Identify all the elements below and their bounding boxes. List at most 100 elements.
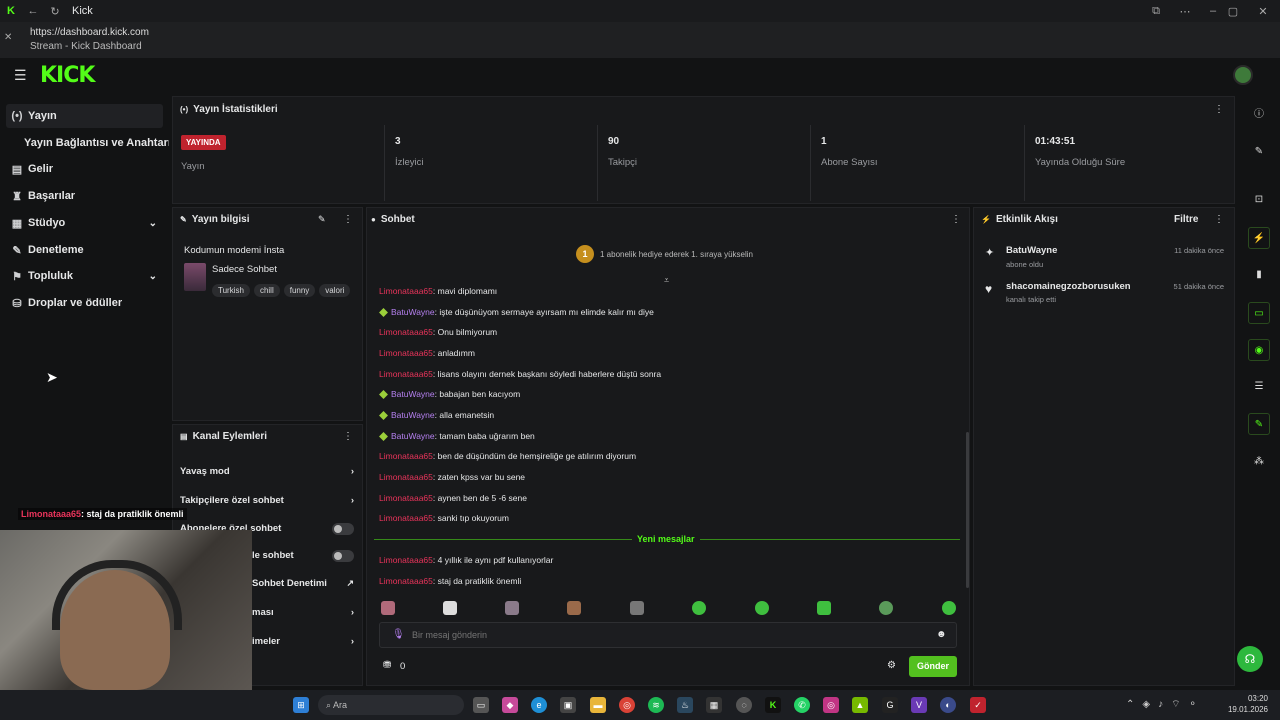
action-slow-mode[interactable]: Yavaş mod › <box>180 466 358 477</box>
event-user[interactable]: shacomainegzozborusuken <box>1006 281 1131 292</box>
app-icon[interactable]: ✓ <box>970 697 986 713</box>
app-g-icon[interactable]: G <box>882 697 898 713</box>
kick-app-icon[interactable]: K <box>765 697 781 713</box>
chat-icon[interactable]: ▭ <box>1248 302 1270 324</box>
subs-only-toggle[interactable] <box>332 523 354 535</box>
user-avatar[interactable] <box>1233 65 1253 85</box>
sub-badge-icon <box>379 308 388 318</box>
sidebar-item-basarilar[interactable]: ♜ Başarılar <box>6 184 163 208</box>
chat-input[interactable] <box>412 627 912 643</box>
url-bar[interactable]: ✕ https://dashboard.kick.com Stream - Ki… <box>0 22 1280 58</box>
points-icon[interactable]: ⛃ <box>383 660 391 671</box>
folder-icon[interactable]: ▬ <box>590 697 606 713</box>
chat-menu-icon[interactable]: ⋮ <box>951 214 961 225</box>
sidebar-item-studyo[interactable]: ▦ Stüdyo ⌄ <box>6 211 163 235</box>
activity-icon[interactable]: ⚡ <box>1248 227 1270 249</box>
spotify-icon[interactable]: ≋ <box>648 697 664 713</box>
menu-dots-icon[interactable]: ⋯ <box>1174 5 1196 18</box>
emote[interactable] <box>879 601 893 615</box>
emote[interactable] <box>817 601 831 615</box>
reload-icon[interactable]: ↻ <box>44 5 66 18</box>
steam-icon[interactable]: ♨ <box>677 697 693 713</box>
mic-icon[interactable]: 🎙 <box>392 629 405 640</box>
emote[interactable] <box>381 601 395 615</box>
url-text[interactable]: https://dashboard.kick.com <box>30 27 149 38</box>
clock-date[interactable]: 19.01.2026 <box>1222 705 1268 714</box>
action-followers-only[interactable]: Takipçilere özel sohbet › <box>180 495 358 506</box>
instagram-icon[interactable]: ◎ <box>823 697 839 713</box>
sidebar-item-gelir[interactable]: ▤ Gelir <box>6 157 163 181</box>
taskbar-search[interactable]: ⌕ Ara <box>318 695 464 715</box>
sidebar-item-droplar[interactable]: ⛁ Droplar ve ödüller <box>6 291 163 315</box>
tag[interactable]: chill <box>253 284 280 297</box>
emote-only-toggle[interactable] <box>332 550 354 562</box>
emote[interactable] <box>567 601 581 615</box>
emote[interactable] <box>692 601 706 615</box>
stack-icon[interactable]: ☰ <box>1250 378 1268 396</box>
maximize-icon[interactable]: ▢ <box>1222 5 1244 18</box>
scroll-down-icon[interactable]: ⩡ <box>664 275 669 286</box>
stream-info-menu-icon[interactable]: ⋮ <box>343 214 353 225</box>
store-icon[interactable]: ▣ <box>560 697 576 713</box>
chat-scrollbar[interactable] <box>966 432 969 588</box>
send-button[interactable]: Gönder <box>909 656 957 677</box>
emote[interactable] <box>443 601 457 615</box>
hamburger-menu-icon[interactable]: ☰ <box>14 67 27 84</box>
close-url-icon[interactable]: ✕ <box>4 32 12 43</box>
channel-actions-menu-icon[interactable]: ⋮ <box>343 431 353 442</box>
subs-value: 1 <box>821 136 827 147</box>
sidebar-item-topluluk[interactable]: ⚑ Topluluk ⌄ <box>6 264 163 288</box>
chrome-icon[interactable]: ◎ <box>619 697 635 713</box>
taskview-icon[interactable]: ▭ <box>473 697 489 713</box>
chat-settings-icon[interactable]: ⚙ <box>887 660 896 671</box>
tray-icons[interactable]: ⌃◈♪⌔⚬ <box>1126 698 1205 711</box>
back-icon[interactable]: ← <box>22 5 44 17</box>
chat-input-box[interactable]: 🎙 ☻ <box>379 622 957 648</box>
nvidia-icon[interactable]: ▲ <box>852 697 868 713</box>
tag[interactable]: Turkish <box>212 284 250 297</box>
app-icon[interactable]: ◌ <box>736 697 752 713</box>
close-window-icon[interactable]: ✕ <box>1252 5 1274 18</box>
minimize-icon[interactable]: – <box>1202 5 1224 17</box>
pinned-gift-banner[interactable]: 1 1 abonelik hediye ederek 1. sıraya yük… <box>576 245 753 263</box>
tools-icon[interactable]: ✎ <box>1248 413 1270 435</box>
event-user[interactable]: BatuWayne <box>1006 245 1057 256</box>
pencil-icon[interactable]: ✎ <box>1250 143 1268 161</box>
sidebar-item-stream-key[interactable]: Yayın Bağlantısı ve Anahtarı <box>24 131 169 155</box>
focus-icon[interactable]: ⊡ <box>1250 191 1268 209</box>
emote[interactable] <box>630 601 644 615</box>
action-chat-moderation[interactable]: Sohbet Denetimi ↗ <box>252 578 358 589</box>
whatsapp-icon[interactable]: ✆ <box>794 697 810 713</box>
sidebar-item-yayin[interactable]: (•) Yayın <box>6 104 163 128</box>
emote[interactable] <box>505 601 519 615</box>
sidebar-item-denetleme[interactable]: ✎ Denetleme <box>6 238 163 262</box>
app-icon[interactable]: ◐ <box>940 697 956 713</box>
broadcast-icon[interactable]: ◉ <box>1248 339 1270 361</box>
edit-icon[interactable]: ✎ <box>318 214 326 225</box>
stats-menu-icon[interactable]: ⋮ <box>1214 104 1224 115</box>
activity-menu-icon[interactable]: ⋮ <box>1214 214 1224 225</box>
windows-start-icon[interactable]: ⊞ <box>293 697 309 713</box>
emoji-icon[interactable]: ☻ <box>936 629 947 640</box>
filter-button[interactable]: Filtre <box>1174 214 1198 225</box>
followers-value: 90 <box>608 136 620 147</box>
action-item[interactable]: imeler › <box>252 636 358 647</box>
vs-icon[interactable]: V <box>911 697 927 713</box>
info-icon[interactable]: ⓘ <box>1250 106 1268 124</box>
support-icon[interactable]: ☊ <box>1237 646 1263 672</box>
chat-message: Limonataaa65: aynen ben de 5 -6 sene <box>379 493 527 503</box>
edge-icon[interactable]: e <box>531 697 547 713</box>
clock-time[interactable]: 03:20 <box>1232 694 1268 703</box>
app-icon[interactable]: ▦ <box>706 697 722 713</box>
emote[interactable] <box>755 601 769 615</box>
share-icon[interactable]: ⁂ <box>1250 453 1268 471</box>
extensions-icon[interactable]: ⧉ <box>1145 5 1167 18</box>
action-item[interactable]: ması › <box>252 607 358 618</box>
tag[interactable]: valori <box>319 284 351 297</box>
app-icon[interactable]: ◆ <box>502 697 518 713</box>
emote[interactable] <box>942 601 956 615</box>
notes-icon[interactable]: ▮ <box>1250 266 1268 284</box>
chat-message: BatuWayne: işte düşünüyom sermaye ayırsa… <box>379 307 654 318</box>
kick-logo[interactable]: KICK <box>40 63 95 88</box>
tag[interactable]: funny <box>283 284 316 297</box>
